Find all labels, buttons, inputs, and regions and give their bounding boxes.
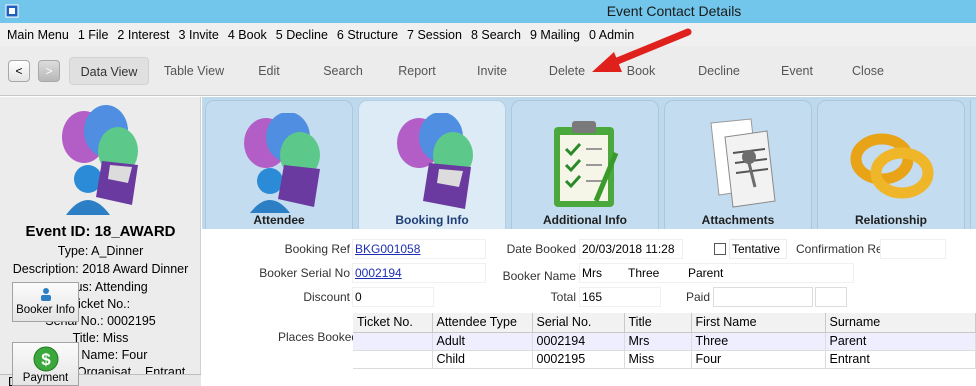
menu-mailing[interactable]: 9 Mailing [530, 28, 580, 42]
payment-label: Payment [22, 372, 69, 384]
search-button[interactable]: Search [316, 57, 370, 85]
confirmation-ref-label: Confirmation Ref [796, 242, 887, 256]
tab-attachments-label: Attachments [701, 213, 775, 227]
table-row[interactable]: Child 0002195 Miss Four Entrant [353, 350, 976, 369]
confirmation-ref-field[interactable] [880, 239, 946, 259]
col-title[interactable]: Title [624, 313, 692, 333]
cell-title[interactable]: Miss [624, 350, 692, 369]
col-surname[interactable]: Surname [825, 313, 976, 333]
booking-ref-field[interactable]: BKG001058 [352, 239, 486, 259]
menu-invite[interactable]: 3 Invite [179, 28, 219, 42]
title-bar: Event Contact Details [0, 0, 976, 23]
attendee-balloons-icon [62, 105, 138, 215]
edit-button[interactable]: Edit [249, 57, 289, 85]
cell-ticket-no[interactable] [353, 332, 433, 351]
booking-balloons-icon [397, 113, 473, 209]
cell-attendee-type[interactable]: Child [432, 350, 533, 369]
menu-interest[interactable]: 2 Interest [117, 28, 169, 42]
window-title: Event Contact Details [606, 3, 742, 19]
report-button[interactable]: Report [392, 57, 442, 85]
attachments-icon [710, 118, 776, 208]
col-serial-no[interactable]: Serial No. [532, 313, 625, 333]
table-header-row: Ticket No. Attendee Type Serial No. Titl… [353, 313, 976, 333]
menu-main[interactable]: Main Menu [7, 28, 69, 42]
col-first-name[interactable]: First Name [691, 313, 826, 333]
menu-book[interactable]: 4 Book [228, 28, 267, 42]
discount-field[interactable]: 0 [352, 287, 434, 307]
table-row[interactable]: Adult 0002194 Mrs Three Parent [353, 332, 976, 351]
menu-decline[interactable]: 5 Decline [276, 28, 328, 42]
paid-field[interactable] [713, 287, 813, 307]
tentative-checkbox[interactable] [714, 243, 726, 255]
cell-surname[interactable]: Parent [825, 332, 976, 351]
cell-attendee-type[interactable]: Adult [432, 332, 533, 351]
booker-first-name: Three [628, 266, 660, 280]
booking-ref-label: Booking Ref [284, 242, 350, 256]
date-booked-field[interactable]: 20/03/2018 11:28 [579, 239, 683, 259]
event-button[interactable]: Event [776, 57, 818, 85]
tab-additional-info[interactable]: Additional Info [511, 100, 659, 231]
menu-file[interactable]: 1 File [78, 28, 109, 42]
paid-extra-field[interactable] [815, 287, 847, 307]
clipboard-icon [554, 121, 619, 207]
booker-info-label: Booker Info [16, 304, 75, 316]
places-booked-label: Places Booked [278, 330, 359, 344]
booker-info-button[interactable]: Booker Info [12, 282, 79, 322]
tab-attachments[interactable]: Attachments [664, 100, 812, 231]
tab-overflow-edge [970, 100, 976, 231]
booker-name-label: Booker Name [502, 269, 576, 283]
table-view-button[interactable]: Table View [158, 57, 230, 85]
cell-serial-no[interactable]: 0002194 [532, 332, 625, 351]
event-id: Event ID: 18_AWARD [25, 223, 176, 240]
discount-label: Discount [303, 290, 350, 304]
next-record-button[interactable]: > [38, 60, 60, 82]
date-booked-label: Date Booked [506, 242, 576, 256]
svg-text:$: $ [41, 350, 51, 369]
decline-button[interactable]: Decline [692, 57, 746, 85]
tab-attendee[interactable]: Attendee [205, 100, 353, 231]
menu-search[interactable]: 8 Search [471, 28, 521, 42]
menu-structure[interactable]: 6 Structure [337, 28, 398, 42]
tab-booking-info[interactable]: Booking Info [358, 100, 506, 231]
col-ticket-no[interactable]: Ticket No. [353, 313, 433, 333]
person-icon [40, 288, 51, 301]
tab-relationship[interactable]: Relationship [817, 100, 965, 231]
tab-attendee-label: Attendee [253, 213, 305, 227]
payment-button[interactable]: $ Payment [12, 342, 79, 386]
cell-title[interactable]: Mrs [624, 332, 692, 351]
rings-icon [850, 133, 934, 199]
menu-session[interactable]: 7 Session [407, 28, 462, 42]
cell-first-name[interactable]: Four [691, 350, 826, 369]
tab-booking-info-label: Booking Info [395, 213, 469, 227]
invite-button[interactable]: Invite [470, 57, 514, 85]
cell-serial-no[interactable]: 0002195 [532, 350, 625, 369]
event-type: Type: A_Dinner [57, 244, 144, 258]
booker-name-field[interactable]: Mrs Three Parent [579, 263, 854, 283]
event-description: Description: 2018 Award Dinner [12, 262, 189, 276]
cell-first-name[interactable]: Three [691, 332, 826, 351]
booker-serial-field[interactable]: 0002194 [352, 263, 486, 283]
total-field[interactable]: 165 [579, 287, 661, 307]
col-attendee-type[interactable]: Attendee Type [432, 313, 533, 333]
previous-record-button[interactable]: < [8, 60, 30, 82]
total-label: Total [550, 290, 576, 304]
tab-additional-info-label: Additional Info [543, 213, 627, 227]
red-arrow-annotation [592, 28, 692, 72]
cell-ticket-no[interactable] [353, 350, 433, 369]
attendee-balloons-icon [244, 113, 320, 213]
booker-last-name: Parent [688, 266, 724, 280]
toolbar: < > Data View Table View Edit Search Rep… [0, 46, 976, 96]
menu-bar: Main Menu 1 File 2 Interest 3 Invite 4 B… [0, 23, 976, 46]
dollar-icon: $ [33, 346, 58, 372]
tab-relationship-label: Relationship [854, 213, 927, 227]
booker-serial-label: Booker Serial No [259, 266, 350, 280]
data-view-button[interactable]: Data View [69, 57, 149, 85]
cell-surname[interactable]: Entrant [825, 350, 976, 369]
paid-label: Paid [685, 290, 710, 304]
places-booked-table: Ticket No. Attendee Type Serial No. Titl… [353, 313, 976, 369]
booker-title: Mrs [582, 266, 602, 280]
close-button[interactable]: Close [846, 57, 890, 85]
tentative-label: Tentative [729, 239, 787, 259]
